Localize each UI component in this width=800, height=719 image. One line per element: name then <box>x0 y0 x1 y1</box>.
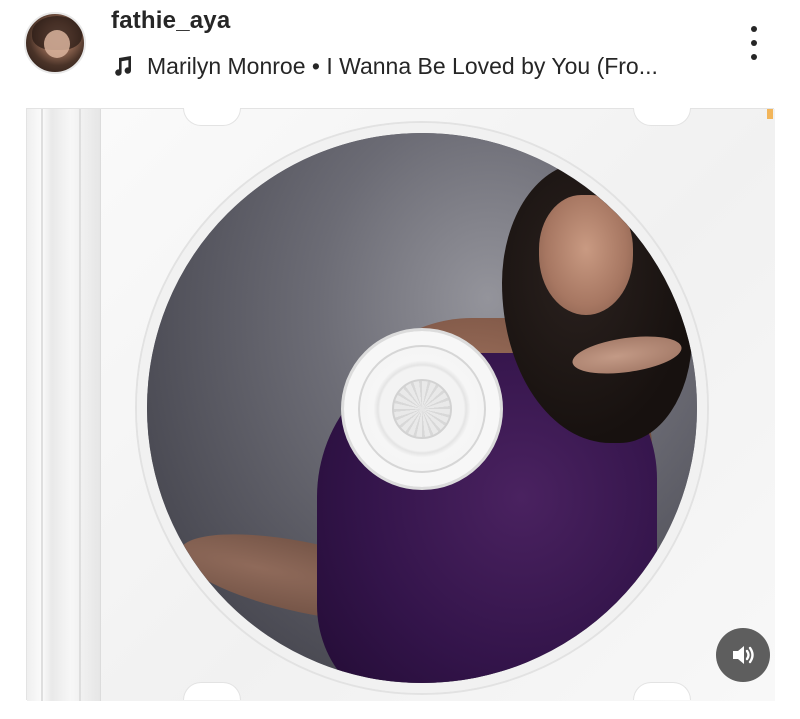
cd-hub <box>341 328 503 490</box>
more-options-button[interactable] <box>740 22 768 64</box>
case-tab-top-left <box>183 108 241 126</box>
profile-avatar[interactable] <box>24 12 86 74</box>
case-tab-bottom-right <box>633 682 691 700</box>
more-vertical-icon-dot <box>751 26 757 32</box>
more-vertical-icon-dot <box>751 40 757 46</box>
music-note-icon <box>115 56 132 76</box>
cd-disc-photo <box>137 123 707 693</box>
cd-spindle <box>392 379 452 439</box>
photo-face-shape <box>539 195 633 315</box>
post-header: fathie_aya Marilyn Monroe • I Wanna Be L… <box>0 0 800 100</box>
post-media[interactable] <box>26 108 775 701</box>
spine-groove <box>41 109 43 701</box>
case-tab-top-right <box>633 108 691 126</box>
sound-toggle-button[interactable] <box>716 628 770 682</box>
case-tab-bottom-left <box>183 682 241 700</box>
avatar-face-shape <box>44 30 70 58</box>
cd-case <box>26 108 775 701</box>
cd-case-spine <box>27 109 101 701</box>
username[interactable]: fathie_aya <box>111 7 230 35</box>
more-vertical-icon-dot <box>751 54 757 60</box>
case-corner-accent <box>767 109 773 119</box>
speaker-volume-icon <box>733 646 754 664</box>
music-track-label: Marilyn Monroe • I Wanna Be Loved by You… <box>147 52 658 79</box>
music-attribution[interactable]: Marilyn Monroe • I Wanna Be Loved by You… <box>111 51 658 81</box>
spine-groove <box>79 109 81 701</box>
